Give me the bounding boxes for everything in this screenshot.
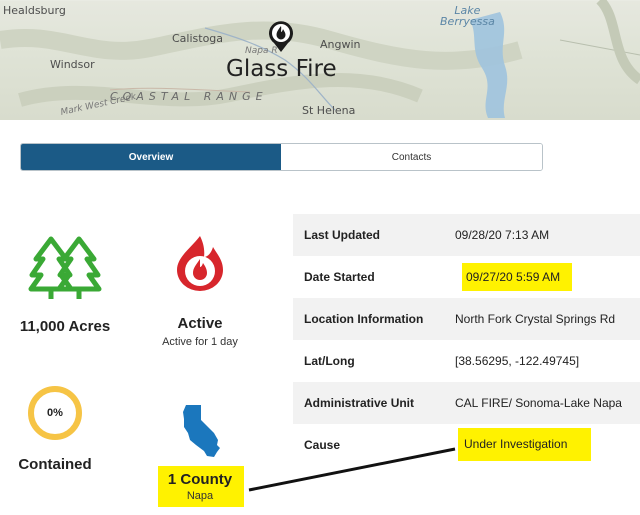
info-row-date-started: Date Started 09/27/20 5:59 AM xyxy=(293,256,640,298)
fire-marker-icon[interactable] xyxy=(268,17,294,58)
acres-value: 11,000 Acres xyxy=(19,318,111,335)
info-row-last-updated: Last Updated 09/28/20 7:13 AM xyxy=(293,214,640,256)
incident-map[interactable]: Healdsburg Calistoga Napa R Angwin Winds… xyxy=(0,0,640,120)
incident-info-table: Last Updated 09/28/20 7:13 AM Date Start… xyxy=(293,214,640,466)
tab-bar: Overview Contacts xyxy=(20,143,543,171)
cause-highlight: Under Investigation xyxy=(458,428,591,461)
california-icon xyxy=(183,405,220,457)
info-key: Administrative Unit xyxy=(304,396,415,410)
status-duration: Active for 1 day xyxy=(162,336,238,348)
county-stat: 1 County Napa xyxy=(145,403,255,502)
info-value: Under Investigation xyxy=(464,437,568,451)
map-label-windsor: Windsor xyxy=(50,58,95,71)
info-key: Cause xyxy=(304,438,341,452)
acres-stat: 11,000 Acres xyxy=(10,233,120,335)
info-key: Date Started xyxy=(304,270,375,284)
containment-gauge: 0% xyxy=(26,384,84,442)
map-label-st-helena: St Helena xyxy=(302,104,356,117)
fire-icon xyxy=(177,236,223,291)
map-label-coastal-range: COASTAL RANGE xyxy=(110,90,268,103)
trees-icon xyxy=(28,236,102,299)
info-row-admin-unit: Administrative Unit CAL FIRE/ Sonoma-Lak… xyxy=(293,382,640,424)
map-label-lake-berryessa: Lake Berryessa xyxy=(440,5,495,27)
info-key: Lat/Long xyxy=(304,354,355,368)
info-key: Last Updated xyxy=(304,228,381,242)
tab-overview[interactable]: Overview xyxy=(21,144,281,170)
map-label-calistoga: Calistoga xyxy=(172,32,224,45)
date-started-highlight: 09/27/20 5:59 AM xyxy=(462,263,572,291)
status-value: Active xyxy=(177,315,223,332)
status-stat: Active Active for 1 day xyxy=(145,233,255,348)
containment-label: Contained xyxy=(18,456,92,473)
info-value: [38.56295, -122.49745] xyxy=(455,354,580,368)
info-row-location: Location Information North Fork Crystal … xyxy=(293,298,640,340)
info-value: 09/28/20 7:13 AM xyxy=(455,228,550,242)
map-label-angwin: Angwin xyxy=(320,38,361,51)
county-count: 1 County xyxy=(167,471,233,488)
containment-stat: 0% Contained xyxy=(0,384,110,473)
county-name: Napa xyxy=(186,490,214,502)
info-row-cause: Cause Under Investigation xyxy=(293,424,640,466)
fire-name: Glass Fire xyxy=(226,56,337,82)
tab-contacts[interactable]: Contacts xyxy=(281,144,542,170)
info-row-lat-long: Lat/Long [38.56295, -122.49745] xyxy=(293,340,640,382)
info-value: CAL FIRE/ Sonoma-Lake Napa xyxy=(455,396,622,410)
containment-percent: 0% xyxy=(47,407,63,419)
info-key: Location Information xyxy=(304,312,424,326)
info-value: 09/27/20 5:59 AM xyxy=(466,270,561,284)
map-label-lake-line2: Berryessa xyxy=(440,15,495,28)
map-label-healdsburg: Healdsburg xyxy=(3,4,66,17)
info-value: North Fork Crystal Springs Rd xyxy=(455,312,616,326)
